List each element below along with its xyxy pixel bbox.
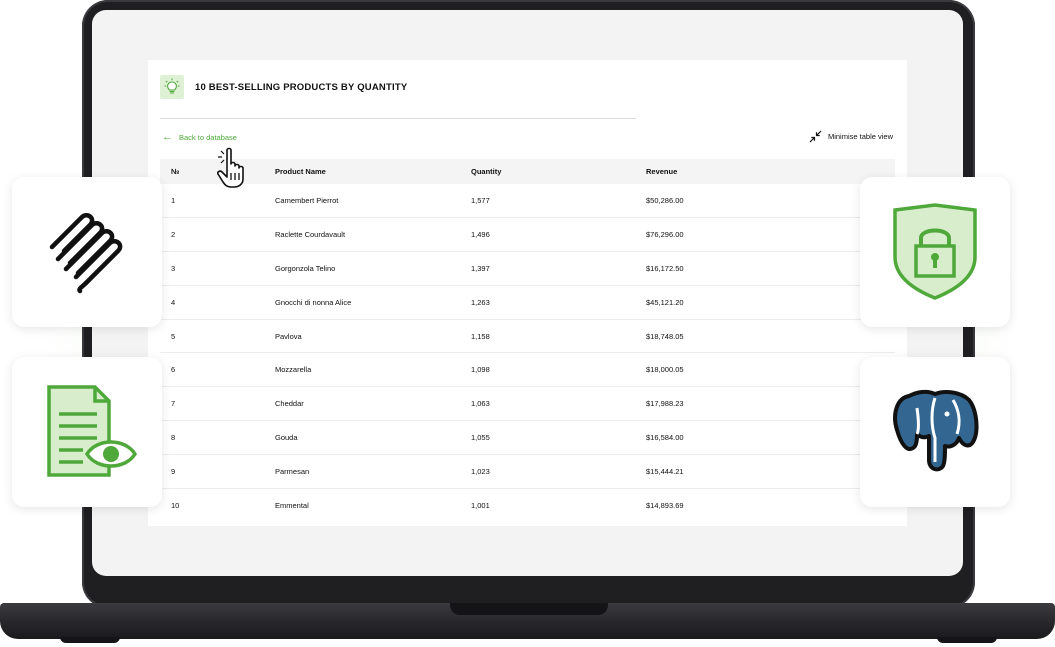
column-header-product-name[interactable]: Product Name — [275, 159, 471, 184]
lightbulb-icon — [160, 75, 184, 99]
revenue: $76,296.00 — [646, 217, 895, 252]
product-name: Mozzarella — [275, 352, 471, 388]
product-name: Pavlova — [275, 319, 471, 354]
product-name: Gnocchi di nonna Alice — [275, 285, 471, 320]
quantity: 1,098 — [471, 352, 646, 388]
row-number: 6 — [160, 352, 275, 388]
row-number: 9 — [160, 454, 275, 490]
revenue: $17,988.23 — [646, 386, 895, 422]
minimise-table-button[interactable]: Minimise table view — [809, 130, 893, 143]
integration-tile-document — [12, 357, 162, 507]
back-to-database-link[interactable]: ← Back to database — [162, 132, 237, 143]
row-number: 10 — [171, 500, 180, 510]
collapse-icon — [809, 130, 822, 143]
table-row[interactable]: 6 Mozzarella 1,098 $18,000.05 — [160, 352, 895, 388]
laptop-notch — [450, 603, 608, 615]
laptop-foot — [60, 637, 120, 643]
revenue: $50,286.00 — [646, 184, 895, 218]
hand-pointer-icon — [217, 147, 244, 188]
revenue: $16,584.00 — [646, 420, 895, 456]
revenue: $14,893.69 — [646, 500, 684, 510]
page-title: 10 BEST-SELLING PRODUCTS BY QUANTITY — [195, 81, 408, 93]
report-header: 10 BEST-SELLING PRODUCTS BY QUANTITY — [160, 74, 407, 100]
integration-tile-security — [860, 177, 1010, 327]
product-name: Camembert Pierrot — [275, 184, 471, 218]
back-link-label: Back to database — [179, 133, 237, 142]
quantity: 1,158 — [471, 319, 646, 354]
table-row[interactable]: 10 Emmental 1,001 $14,893.69 — [160, 489, 895, 522]
revenue: $18,000.05 — [646, 352, 895, 388]
table-row[interactable]: 2 Raclette Courdavault 1,496 $76,296.00 — [160, 217, 895, 252]
row-number: 5 — [160, 319, 275, 354]
table-row[interactable]: 8 Gouda 1,055 $16,584.00 — [160, 420, 895, 456]
revenue: $16,172.50 — [646, 251, 895, 286]
product-name: Parmesan — [275, 454, 471, 490]
document-view-icon — [47, 385, 137, 477]
product-name: Emmental — [275, 500, 309, 510]
products-table: № Product Name Quantity Revenue 1 Camembe… — [160, 159, 895, 522]
table-row[interactable]: 5 Pavlova 1,158 $18,748.05 — [160, 319, 895, 354]
column-header-quantity[interactable]: Quantity — [471, 159, 646, 184]
revenue: $45,121.20 — [646, 285, 895, 320]
row-number: 1 — [160, 184, 275, 218]
column-header-revenue[interactable]: Revenue — [646, 159, 895, 184]
laptop-screen: 10 BEST-SELLING PRODUCTS BY QUANTITY ← B… — [92, 10, 963, 576]
product-name: Gorgonzola Telino — [275, 251, 471, 286]
product-name: Raclette Courdavault — [275, 217, 471, 252]
quantity: 1,496 — [471, 217, 646, 252]
arrow-left-icon: ← — [162, 131, 173, 143]
row-number: 8 — [160, 420, 275, 456]
quantity: 1,001 — [471, 500, 490, 510]
quantity: 1,055 — [471, 420, 646, 456]
product-name: Cheddar — [275, 386, 471, 422]
minimise-label: Minimise table view — [827, 132, 893, 141]
revenue: $15,444.21 — [646, 454, 895, 490]
quantity: 1,063 — [471, 386, 646, 422]
table-row[interactable]: 1 Camembert Pierrot 1,577 $50,286.00 — [160, 184, 895, 218]
table-row[interactable]: 4 Gnocchi di nonna Alice 1,263 $45,121.20 — [160, 285, 895, 320]
quantity: 1,263 — [471, 285, 646, 320]
quantity: 1,023 — [471, 454, 646, 490]
divider — [160, 118, 636, 119]
quantity: 1,397 — [471, 251, 646, 286]
security-shield-lock-icon — [893, 203, 977, 300]
table-row[interactable]: 3 Gorgonzola Telino 1,397 $16,172.50 — [160, 251, 895, 286]
laptop-foot — [937, 637, 997, 643]
table-row[interactable]: 9 Parmesan 1,023 $15,444.21 — [160, 454, 895, 490]
quantity: 1,577 — [471, 184, 646, 218]
product-name: Gouda — [275, 420, 471, 456]
spring-coil-icon — [49, 213, 123, 294]
row-number: 7 — [160, 386, 275, 422]
row-number: 4 — [160, 285, 275, 320]
table-header-row: № Product Name Quantity Revenue — [160, 159, 895, 184]
integration-tile-postgresql — [860, 357, 1010, 507]
postgresql-elephant-icon — [893, 389, 979, 472]
row-number: 3 — [160, 251, 275, 286]
integration-tile-spring — [12, 177, 162, 327]
table-row[interactable]: 7 Cheddar 1,063 $17,988.23 — [160, 386, 895, 422]
row-number: 2 — [160, 217, 275, 252]
report-card: 10 BEST-SELLING PRODUCTS BY QUANTITY ← B… — [148, 60, 907, 526]
revenue: $18,748.05 — [646, 319, 895, 354]
